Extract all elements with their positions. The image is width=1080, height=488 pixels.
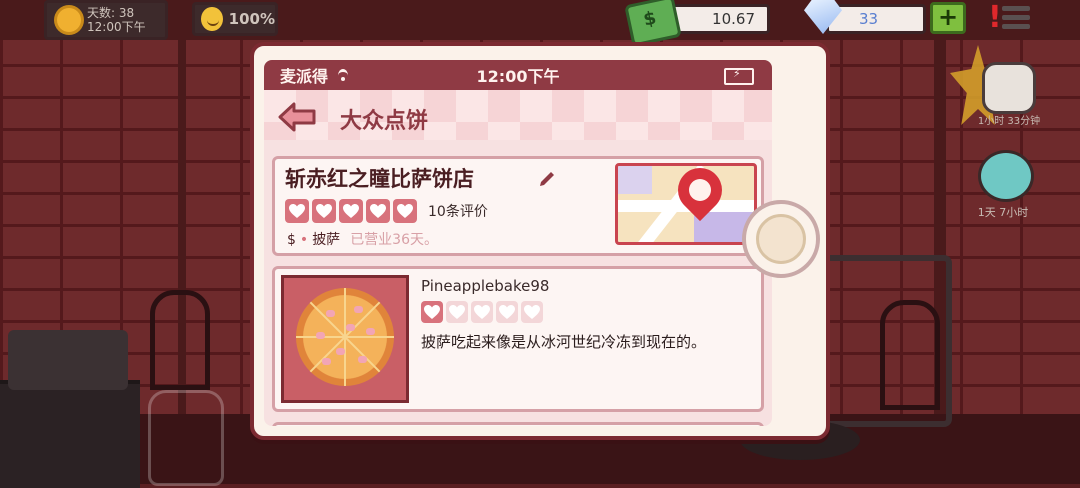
sun-icon: [57, 8, 81, 32]
shop-meta: $ • 披萨 已营业36天。: [287, 232, 439, 248]
day-label: 天数: 38: [87, 6, 135, 20]
pencil-icon[interactable]: [537, 169, 557, 189]
mood-percent: 100%: [228, 10, 275, 28]
map-thumbnail[interactable]: [615, 163, 757, 245]
alert-icon[interactable]: !: [988, 2, 1002, 34]
shop-name: 斩赤红之瞳比萨饼店: [285, 167, 474, 191]
price-level: $: [287, 232, 296, 248]
app-title: 大众点饼: [340, 109, 429, 134]
heart-icon: [446, 301, 468, 323]
glass-jar: [148, 390, 224, 486]
day-counter: 天数: 38 12:00下午: [44, 0, 168, 40]
review-count: 10条评价: [428, 204, 488, 220]
status-clock: 12:00下午: [476, 67, 560, 86]
creature-timer: 1天 7小时: [977, 206, 1029, 219]
chair-left: [150, 290, 210, 390]
review-photo: [281, 275, 409, 403]
open-days: 已营业36天。: [350, 232, 439, 248]
day-time: 12:00下午: [87, 20, 146, 34]
shop-category: 披萨: [312, 232, 341, 248]
review-rating: [421, 301, 543, 323]
heart-icon: [421, 301, 443, 323]
review-text: 披萨吃起来像是从冰河世纪冷冻到现在的。: [421, 333, 707, 351]
mood-meter: 100%: [192, 2, 278, 36]
gem-amount: 33: [859, 10, 879, 28]
menu-icon[interactable]: [1002, 6, 1030, 32]
reviewer-name: Pineapplebake98: [421, 277, 550, 295]
add-gems-button[interactable]: +: [930, 2, 966, 34]
background-monitor: [820, 255, 952, 427]
cash-register: [8, 330, 128, 390]
heart-icon: [285, 199, 309, 223]
pizza-icon: [296, 288, 394, 386]
shop-info-card: 斩赤红之瞳比萨饼店 10条评价 $ • 披萨 已营业36天。: [272, 156, 764, 256]
cash-amount: 10.67: [712, 10, 755, 28]
heart-icon: [312, 199, 336, 223]
smile-icon: [201, 7, 223, 31]
heart-icon: [393, 199, 417, 223]
tip-jar-timer: 1小时 33分钟: [977, 116, 1041, 127]
battery-icon: [724, 67, 754, 85]
heart-icon: [471, 301, 493, 323]
heart-icon: [366, 199, 390, 223]
phone-home-button[interactable]: [742, 200, 820, 278]
heart-icon: [339, 199, 363, 223]
back-arrow-icon[interactable]: [278, 102, 316, 132]
counter: [0, 380, 140, 488]
status-bar: 麦派得 12:00下午: [264, 60, 772, 90]
heart-icon: [521, 301, 543, 323]
heart-icon: [496, 301, 518, 323]
shop-rating: 10条评价: [285, 199, 488, 223]
tip-jar-icon[interactable]: [982, 62, 1036, 114]
review-card: Pineapplebake98 披萨吃起来像是从冰河世纪冷冻到现在的。: [272, 266, 764, 412]
phone-screen: 麦派得 12:00下午 大众点饼 斩赤红之瞳比萨饼店 10条评价 $•披萨已营业…: [264, 60, 772, 426]
gem-display: 33: [826, 4, 926, 34]
next-review-card: [272, 422, 764, 426]
creature-icon[interactable]: [978, 150, 1034, 202]
